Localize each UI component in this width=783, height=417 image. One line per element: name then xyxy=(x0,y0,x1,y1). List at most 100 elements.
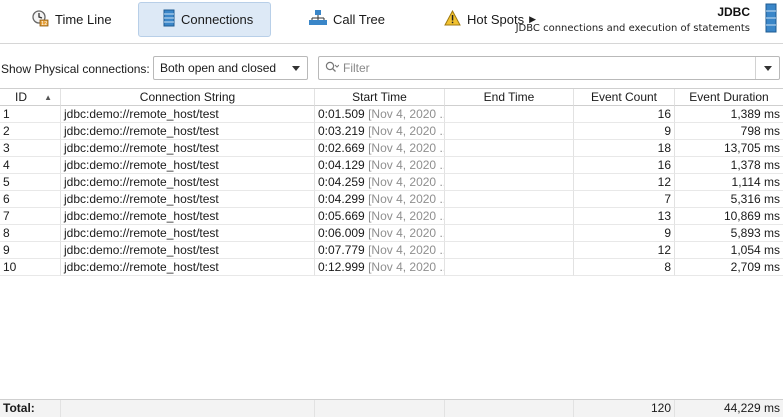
timeline-button[interactable]: 12 Time Line xyxy=(22,2,134,37)
cell-end-time xyxy=(445,259,574,276)
connections-button[interactable]: Connections xyxy=(138,2,271,37)
warning-icon xyxy=(444,9,461,29)
cell-start-time: 0:04.299 [Nov 4, 2020 ... xyxy=(315,191,445,208)
cell-id: 4 xyxy=(0,157,61,174)
table-row[interactable]: 7 jdbc:demo://remote_host/test 0:05.669 … xyxy=(0,208,783,225)
cell-event-count: 7 xyxy=(574,191,675,208)
tree-icon xyxy=(309,10,327,29)
cell-connection-string: jdbc:demo://remote_host/test xyxy=(61,140,315,157)
cell-connection-string: jdbc:demo://remote_host/test xyxy=(61,106,315,123)
cell-start-time: 0:02.669 [Nov 4, 2020 ... xyxy=(315,140,445,157)
cell-id: 6 xyxy=(0,191,61,208)
cell-event-count: 12 xyxy=(574,174,675,191)
totals-label: Total: xyxy=(0,400,61,417)
column-header-id[interactable]: ID ▲ xyxy=(0,89,61,106)
cell-id: 1 xyxy=(0,106,61,123)
cell-event-duration: 798 ms xyxy=(675,123,783,140)
cell-connection-string: jdbc:demo://remote_host/test xyxy=(61,208,315,225)
cell-end-time xyxy=(445,174,574,191)
cell-event-count: 9 xyxy=(574,123,675,140)
cell-event-duration: 5,316 ms xyxy=(675,191,783,208)
cell-event-duration: 1,054 ms xyxy=(675,242,783,259)
totals-end-time xyxy=(445,400,574,417)
column-header-connection-string[interactable]: Connection String xyxy=(61,89,315,106)
chevron-down-icon xyxy=(292,66,300,71)
cell-connection-string: jdbc:demo://remote_host/test xyxy=(61,225,315,242)
call-tree-button[interactable]: Call Tree xyxy=(300,2,420,37)
cell-end-time xyxy=(445,106,574,123)
filter-bar: Show Physical connections: Both open and… xyxy=(0,54,783,82)
filter-input[interactable] xyxy=(343,61,743,75)
table-row[interactable]: 9 jdbc:demo://remote_host/test 0:07.779 … xyxy=(0,242,783,259)
cell-end-time xyxy=(445,157,574,174)
svg-text:12: 12 xyxy=(41,21,47,27)
cell-id: 7 xyxy=(0,208,61,225)
column-header-event-count[interactable]: Event Count xyxy=(574,89,675,106)
cell-start-time: 0:01.509 [Nov 4, 2020 ... xyxy=(315,106,445,123)
cell-event-duration: 1,114 ms xyxy=(675,174,783,191)
call-tree-label: Call Tree xyxy=(333,12,386,27)
table-header: ID ▲ Connection String Start Time End Ti… xyxy=(0,89,783,106)
column-header-end-time[interactable]: End Time xyxy=(445,89,574,106)
cell-event-count: 8 xyxy=(574,259,675,276)
cell-event-duration: 1,378 ms xyxy=(675,157,783,174)
jdbc-icon xyxy=(765,3,777,36)
timeline-label: Time Line xyxy=(55,12,112,27)
cell-start-time: 0:03.219 [Nov 4, 2020 ... xyxy=(315,123,445,140)
cell-event-duration: 2,709 ms xyxy=(675,259,783,276)
connection-state-value: Both open and closed xyxy=(160,61,277,75)
search-icon xyxy=(325,61,340,76)
cell-id: 2 xyxy=(0,123,61,140)
filter-history-dropdown[interactable] xyxy=(755,57,779,79)
cell-start-time: 0:07.779 [Nov 4, 2020 ... xyxy=(315,242,445,259)
cell-connection-string: jdbc:demo://remote_host/test xyxy=(61,174,315,191)
cell-event-count: 12 xyxy=(574,242,675,259)
filter-field[interactable] xyxy=(318,56,780,80)
cell-event-duration: 5,893 ms xyxy=(675,225,783,242)
cell-event-count: 13 xyxy=(574,208,675,225)
cell-start-time: 0:12.999 [Nov 4, 2020 ... xyxy=(315,259,445,276)
table-row[interactable]: 4 jdbc:demo://remote_host/test 0:04.129 … xyxy=(0,157,783,174)
clock-icon: 12 xyxy=(31,9,49,30)
table-row[interactable]: 5 jdbc:demo://remote_host/test 0:04.259 … xyxy=(0,174,783,191)
table-row[interactable]: 1 jdbc:demo://remote_host/test 0:01.509 … xyxy=(0,106,783,123)
totals-start-time xyxy=(315,400,445,417)
table-row[interactable]: 10 jdbc:demo://remote_host/test 0:12.999… xyxy=(0,259,783,276)
sort-ascending-icon: ▲ xyxy=(44,93,52,102)
view-title: JDBC xyxy=(717,5,750,19)
column-header-event-duration[interactable]: Event Duration xyxy=(675,89,783,106)
cell-end-time xyxy=(445,123,574,140)
cell-event-duration: 13,705 ms xyxy=(675,140,783,157)
cell-connection-string: jdbc:demo://remote_host/test xyxy=(61,191,315,208)
cell-event-count: 16 xyxy=(574,157,675,174)
cell-id: 8 xyxy=(0,225,61,242)
view-toolbar: 12 Time Line Connections Call Tree Hot S… xyxy=(0,0,783,44)
cell-start-time: 0:04.259 [Nov 4, 2020 ... xyxy=(315,174,445,191)
connections-table: ID ▲ Connection String Start Time End Ti… xyxy=(0,88,783,417)
totals-row: Total: 120 44,229 ms xyxy=(0,399,783,417)
totals-connection-string xyxy=(61,400,315,417)
table-row[interactable]: 2 jdbc:demo://remote_host/test 0:03.219 … xyxy=(0,123,783,140)
cell-end-time xyxy=(445,225,574,242)
cell-start-time: 0:04.129 [Nov 4, 2020 ... xyxy=(315,157,445,174)
table-row[interactable]: 8 jdbc:demo://remote_host/test 0:06.009 … xyxy=(0,225,783,242)
column-header-start-time[interactable]: Start Time xyxy=(315,89,445,106)
cell-end-time xyxy=(445,191,574,208)
cell-connection-string: jdbc:demo://remote_host/test xyxy=(61,259,315,276)
totals-event-duration: 44,229 ms xyxy=(675,400,783,417)
cell-event-duration: 10,869 ms xyxy=(675,208,783,225)
connections-icon xyxy=(163,9,175,30)
cell-end-time xyxy=(445,140,574,157)
cell-event-count: 9 xyxy=(574,225,675,242)
cell-id: 9 xyxy=(0,242,61,259)
cell-start-time: 0:06.009 [Nov 4, 2020 ... xyxy=(315,225,445,242)
cell-end-time xyxy=(445,242,574,259)
table-row[interactable]: 6 jdbc:demo://remote_host/test 0:04.299 … xyxy=(0,191,783,208)
table-row[interactable]: 3 jdbc:demo://remote_host/test 0:02.669 … xyxy=(0,140,783,157)
cell-start-time: 0:05.669 [Nov 4, 2020 ... xyxy=(315,208,445,225)
connection-state-dropdown[interactable]: Both open and closed xyxy=(153,56,308,80)
cell-connection-string: jdbc:demo://remote_host/test xyxy=(61,123,315,140)
connections-label: Connections xyxy=(181,12,254,27)
cell-end-time xyxy=(445,208,574,225)
cell-event-duration: 1,389 ms xyxy=(675,106,783,123)
